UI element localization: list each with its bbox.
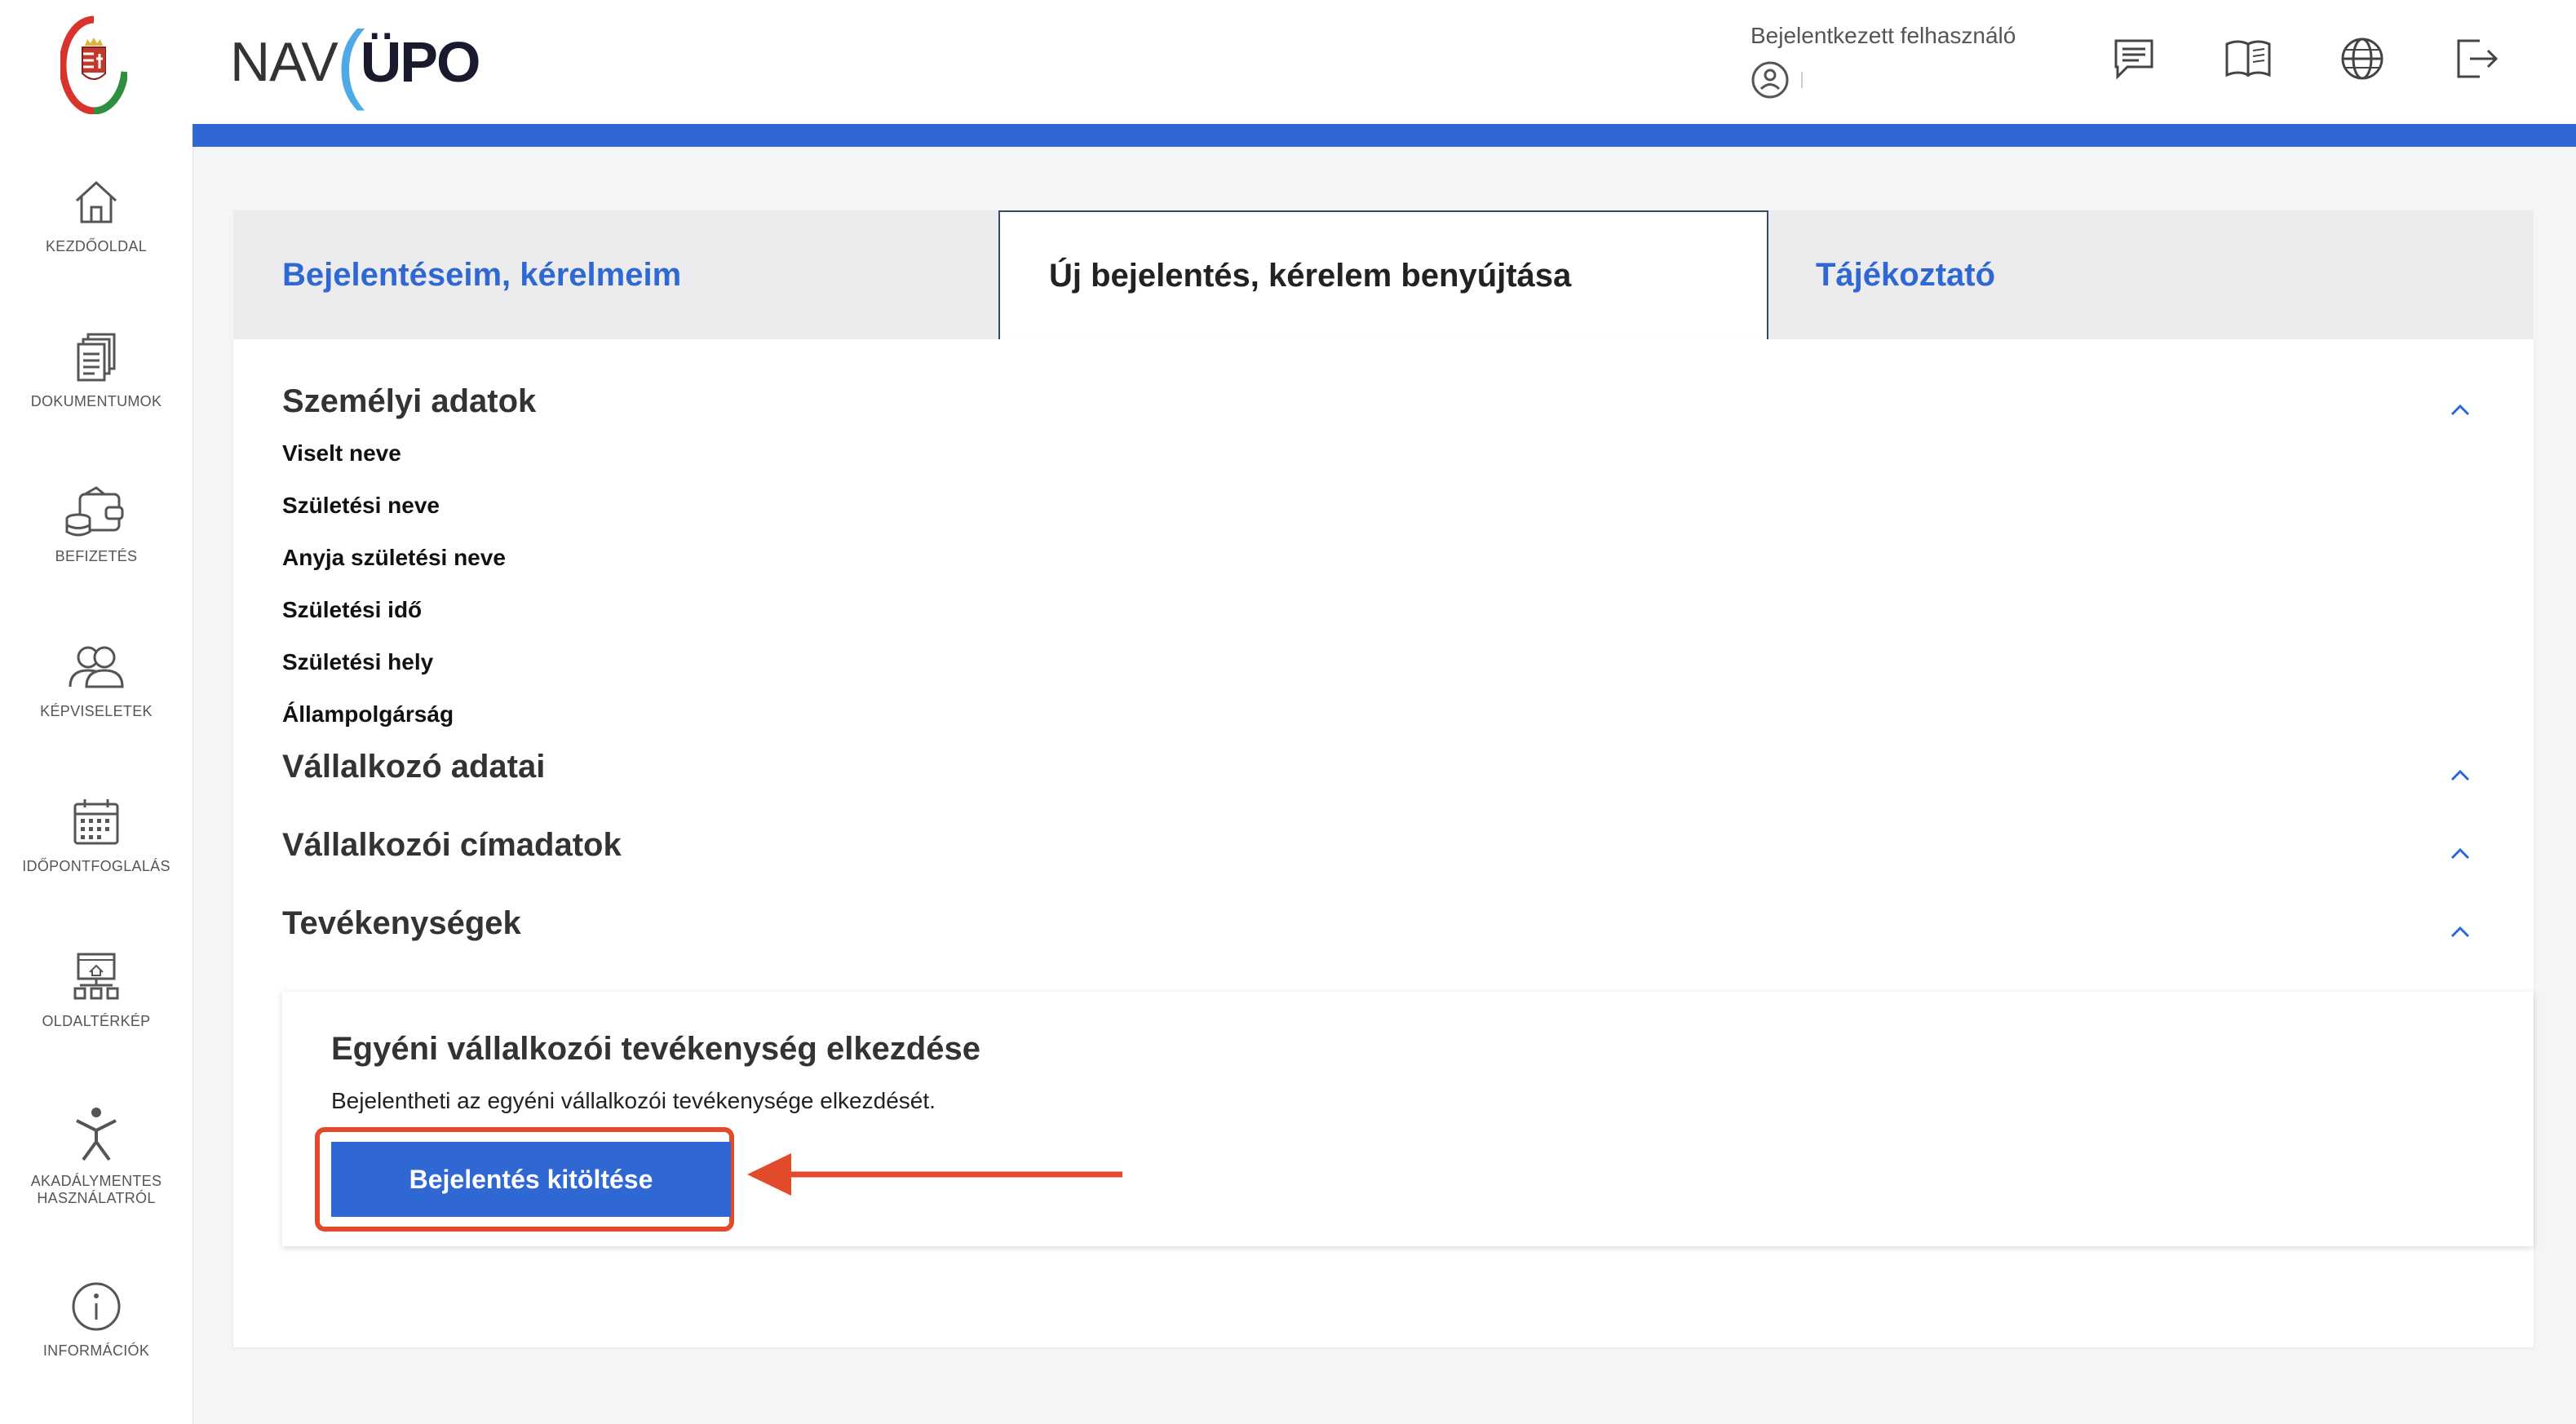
- sidebar-item-payment[interactable]: BEFIZETÉS: [0, 486, 193, 565]
- field-mother-birth-name: Anyja születési neve: [282, 545, 506, 570]
- sidebar: KEZDŐOLDAL DOKUMENTUMOK BEFIZETÉS KÉPVIS…: [0, 0, 193, 1424]
- annotation-arrow-icon: [747, 1153, 1122, 1196]
- sidebar-item-home[interactable]: KEZDŐOLDAL: [0, 176, 193, 255]
- logo-upo-text: ÜPO: [360, 30, 481, 94]
- field-citizenship: Állampolgárság: [282, 701, 454, 727]
- sidebar-item-label: OLDALTÉRKÉP: [42, 1013, 151, 1029]
- field-birth-name: Születési neve: [282, 493, 440, 518]
- chevron-up-icon[interactable]: [2444, 915, 2476, 948]
- card-title: Egyéni vállalkozói tevékenység elkezdése: [331, 1031, 980, 1067]
- hungarian-crest-logo[interactable]: [60, 15, 127, 114]
- sidebar-item-label: KÉPVISELETEK: [40, 703, 153, 719]
- sidebar-item-documents[interactable]: DOKUMENTUMOK: [0, 331, 193, 410]
- section-entrepreneur-data-title[interactable]: Vállalkozó adatai: [282, 749, 545, 785]
- message-icon[interactable]: [2109, 34, 2158, 83]
- book-icon[interactable]: [2224, 34, 2273, 83]
- home-icon: [75, 180, 117, 223]
- field-birth-date: Születési idő: [282, 597, 423, 622]
- sidebar-item-label: BEFIZETÉS: [55, 548, 138, 564]
- sidebar-item-sitemap[interactable]: OLDALTÉRKÉP: [0, 951, 193, 1030]
- user-separator: [1801, 72, 1803, 88]
- field-birth-place: Születési hely: [282, 649, 434, 674]
- nav-upo-logo[interactable]: NAV ( ÜPO: [230, 18, 481, 106]
- sidebar-item-label: IDŐPONTFOGLALÁS: [22, 858, 170, 874]
- user-avatar-icon[interactable]: [1751, 60, 1790, 100]
- main-panel: Személyi adatok Viselt neve Születési ne…: [233, 339, 2534, 1347]
- sidebar-item-appointment[interactable]: IDŐPONTFOGLALÁS: [0, 796, 193, 875]
- sitemap-icon: [73, 953, 119, 1000]
- section-activities-title[interactable]: Tevékenységek: [282, 905, 521, 942]
- sidebar-item-label: KEZDŐOLDAL: [45, 238, 148, 254]
- header: NAV ( ÜPO Bejelentkezett felhasználó: [193, 0, 2576, 124]
- sidebar-item-info[interactable]: INFORMÁCIÓK: [0, 1280, 193, 1360]
- section-personal-data-title[interactable]: Személyi adatok: [282, 383, 536, 420]
- tab-information[interactable]: Tájékoztató: [1768, 210, 2534, 339]
- tab-bar: Bejelentéseim, kérelmeim Új bejelentés, …: [233, 210, 2534, 339]
- sidebar-item-accessibility[interactable]: AKADÁLYMENTES HASZNÁLATRÓL: [0, 1106, 193, 1207]
- accessibility-icon: [76, 1108, 117, 1161]
- tab-label: Új bejelentés, kérelem benyújtása: [1049, 257, 1572, 294]
- header-accent-bar: [193, 124, 2576, 147]
- card-description: Bejelentheti az egyéni vállalkozói tevék…: [331, 1088, 936, 1113]
- sidebar-item-label: INFORMÁCIÓK: [42, 1342, 150, 1359]
- sidebar-item-label-line2: HASZNÁLATRÓL: [37, 1190, 156, 1206]
- fill-in-submission-button[interactable]: Bejelentés kitöltése: [331, 1142, 731, 1217]
- sidebar-item-label: AKADÁLYMENTES: [30, 1173, 162, 1189]
- logged-in-user: Bejelentkezett felhasználó: [1751, 23, 2016, 100]
- calendar-icon: [73, 799, 119, 845]
- sidebar-item-representations[interactable]: KÉPVISELETEK: [0, 641, 193, 720]
- chevron-up-icon[interactable]: [2444, 837, 2476, 869]
- sidebar-item-label: DOKUMENTUMOK: [30, 393, 162, 409]
- section-address-data-title[interactable]: Vállalkozói címadatok: [282, 827, 622, 864]
- logout-icon[interactable]: [2452, 34, 2501, 83]
- tab-label: Bejelentéseim, kérelmeim: [282, 256, 682, 293]
- people-icon: [69, 646, 124, 688]
- tab-my-submissions[interactable]: Bejelentéseim, kérelmeim: [233, 210, 998, 339]
- tab-label: Tájékoztató: [1816, 256, 1996, 293]
- logged-in-user-label: Bejelentkezett felhasználó: [1751, 23, 2016, 48]
- field-current-name: Viselt neve: [282, 440, 401, 466]
- tab-new-submission[interactable]: Új bejelentés, kérelem benyújtása: [998, 210, 1768, 339]
- logo-nav-text: NAV: [230, 31, 339, 93]
- chevron-up-icon[interactable]: [2444, 393, 2476, 426]
- wallet-icon: [65, 486, 124, 537]
- chevron-up-icon[interactable]: [2444, 758, 2476, 791]
- documents-icon: [77, 333, 116, 382]
- info-icon: [72, 1282, 121, 1331]
- globe-icon[interactable]: [2338, 34, 2387, 83]
- activity-start-card: Egyéni vállalkozói tevékenység elkezdése…: [282, 992, 2534, 1246]
